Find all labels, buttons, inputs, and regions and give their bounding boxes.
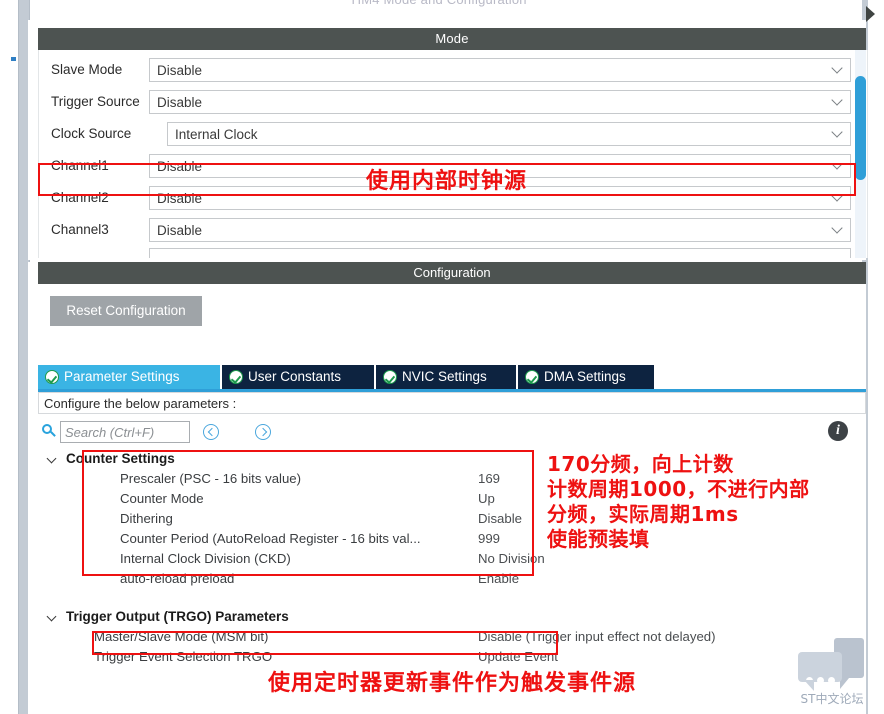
chevron-down-icon[interactable]	[833, 128, 842, 137]
mode-panel-body: Slave Mode Disable Trigger Source Disable Cl…	[38, 50, 868, 258]
chevron-down-icon[interactable]	[833, 96, 842, 105]
mode-row: Clock Source Internal Clock	[39, 118, 867, 150]
parameter-row[interactable]: Internal Clock Division (CKD) No Division	[38, 550, 866, 568]
mode-dropdown[interactable]: Disable	[149, 58, 851, 82]
mode-row: Slave Mode Disable	[39, 54, 867, 86]
parameter-value[interactable]: Disable (Trigger input effect not delaye…	[478, 628, 716, 646]
mode-row: Trigger Source Disable	[39, 86, 867, 118]
mode-row-label: Trigger Source	[51, 94, 140, 109]
parameter-value[interactable]: 999	[478, 530, 500, 548]
mode-dropdown-value: Disable	[157, 63, 203, 78]
chevron-down-icon[interactable]	[833, 224, 842, 233]
window-title-text: TIM4 Mode and Configuration	[349, 0, 526, 7]
mode-row-label: Slave Mode	[51, 62, 123, 77]
forum-watermark: ST中文论坛	[790, 638, 874, 708]
parameter-value[interactable]: Disable	[478, 510, 522, 528]
tab-label: DMA Settings	[544, 369, 626, 384]
trgo-annotation: 使用定时器更新事件作为触发事件源	[268, 671, 637, 696]
search-prev-button[interactable]	[203, 424, 219, 440]
check-circle-icon	[525, 370, 539, 384]
tab-parameter-settings[interactable]: Parameter Settings	[38, 365, 220, 389]
mode-dropdown[interactable]: Internal Clock	[167, 122, 851, 146]
check-circle-icon	[45, 370, 59, 384]
parameter-value[interactable]: 169	[478, 470, 500, 488]
parameter-row[interactable]: Master/Slave Mode (MSM bit) Disable (Trig…	[38, 628, 866, 646]
parameter-group-label: Trigger Output (TRGO) Parameters	[66, 609, 289, 624]
search-next-button[interactable]	[255, 424, 271, 440]
configuration-tabstrip: Parameter Settings User Constants NVIC Set…	[38, 365, 866, 392]
mode-row-label: Channel2	[51, 190, 109, 205]
mode-dropdown[interactable]: Disable	[149, 218, 851, 242]
check-circle-icon	[229, 370, 243, 384]
parameter-name: Dithering	[120, 511, 173, 526]
watermark-text: ST中文论坛	[800, 692, 864, 706]
chevron-down-icon[interactable]	[48, 613, 56, 621]
tab-label: Parameter Settings	[64, 369, 180, 384]
mode-dropdown-value: Disable	[157, 159, 203, 174]
search-input[interactable]	[60, 421, 190, 443]
search-icon	[42, 424, 57, 439]
parameter-value[interactable]: No Division	[478, 550, 545, 568]
parameter-value[interactable]: Enable	[478, 570, 519, 588]
parameter-group-label: Counter Settings	[66, 451, 175, 466]
info-icon[interactable]: i	[828, 421, 848, 441]
mode-dropdown-value: Disable	[157, 95, 203, 110]
check-circle-icon	[383, 370, 397, 384]
parameter-row[interactable]: Trigger Event Selection TRGO Update Event	[38, 648, 866, 666]
mode-dropdown[interactable]: Disable	[149, 90, 851, 114]
parameter-name: Internal Clock Division (CKD)	[120, 551, 291, 566]
parameter-name: Master/Slave Mode (MSM bit)	[94, 629, 269, 644]
search-toolbar: i	[38, 418, 866, 446]
mode-dropdown-value: Internal Clock	[175, 127, 258, 142]
mode-dropdown-value: Disable	[157, 191, 203, 206]
mode-section-header: Mode	[38, 28, 866, 50]
clock-source-annotation: 使用内部时钟源	[366, 169, 528, 194]
parameter-value[interactable]: Up	[478, 490, 495, 508]
chevron-down-icon[interactable]	[833, 192, 842, 201]
tab-user-constants[interactable]: User Constants	[222, 365, 374, 389]
reset-configuration-button[interactable]: Reset Configuration	[50, 296, 202, 326]
mode-row-label: Clock Source	[51, 126, 132, 141]
parameter-name: Prescaler (PSC - 16 bits value)	[120, 471, 302, 486]
configuration-section-header: Configuration	[38, 262, 866, 284]
tab-label: User Constants	[248, 369, 342, 384]
app-root: TIM4 Mode and Configuration Mode Slave M…	[0, 0, 884, 714]
parameter-name: auto-reload preload	[120, 571, 235, 586]
panel-bottom-edge	[28, 706, 866, 714]
tab-dma-settings[interactable]: DMA Settings	[518, 365, 654, 389]
chevron-down-icon[interactable]	[48, 455, 56, 463]
left-rail-marker	[11, 57, 16, 61]
chevron-down-icon[interactable]	[833, 160, 842, 169]
mode-scrollbar-thumb[interactable]	[855, 76, 866, 180]
parameter-name: Counter Period (AutoReload Register - 16…	[120, 531, 421, 546]
counter-settings-annotation: 170分频，向上计数 计数周期1000，不进行内部 分频，实际周期1ms 使能预…	[547, 452, 810, 551]
parameter-row[interactable]: auto-reload preload Enable	[38, 570, 866, 588]
configure-instruction-label: Configure the below parameters :	[38, 392, 866, 414]
mode-row: Channel3 Disable	[39, 214, 867, 246]
tab-nvic-settings[interactable]: NVIC Settings	[376, 365, 516, 389]
expand-arrow-icon[interactable]	[866, 6, 875, 22]
mode-panel: Mode Slave Mode Disable Trigger Source Disa…	[28, 20, 868, 260]
mode-row-label: Channel1	[51, 158, 109, 173]
parameter-value[interactable]: Update Event	[478, 648, 558, 666]
speech-bubble-front-icon	[798, 652, 842, 691]
mode-row-label: Channel3	[51, 222, 109, 237]
tab-label: NVIC Settings	[402, 369, 487, 384]
mode-dropdown-partial[interactable]	[149, 248, 851, 258]
mode-dropdown-value: Disable	[157, 223, 203, 238]
parameter-name: Counter Mode	[120, 491, 204, 506]
chevron-down-icon[interactable]	[833, 64, 842, 73]
window-title-cutoff: TIM4 Mode and Configuration	[28, 0, 848, 19]
parameter-name: Trigger Event Selection TRGO	[94, 649, 273, 664]
